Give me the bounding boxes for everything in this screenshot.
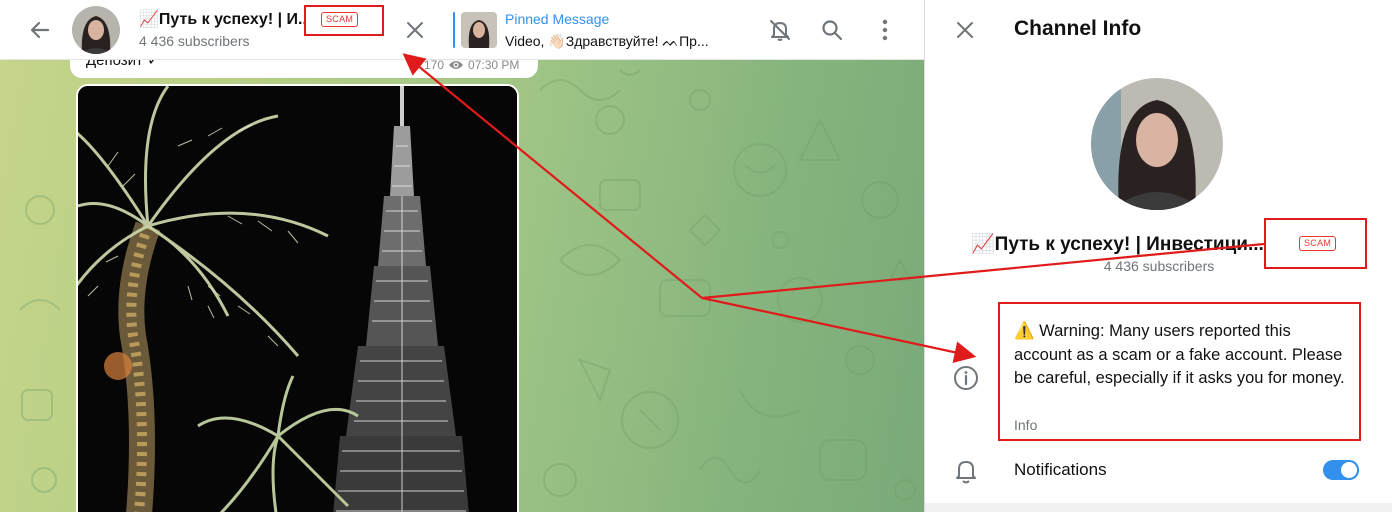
subscriber-count: 4 436 subscribers xyxy=(139,33,250,49)
pinned-message-label[interactable]: Pinned Message xyxy=(505,11,609,27)
more-vertical-icon xyxy=(882,19,888,41)
bell-off-icon xyxy=(770,20,790,41)
pinned-message-text[interactable]: Video, 👋🏻Здравствуйте! ᨓПр... xyxy=(505,33,727,50)
annotation-box-panel-scam xyxy=(1264,218,1367,269)
night-skyline-image xyxy=(78,86,517,512)
pinned-indicator xyxy=(453,12,455,48)
search-button[interactable] xyxy=(816,14,848,46)
close-pinned-button[interactable] xyxy=(400,14,430,46)
close-icon xyxy=(957,22,973,38)
eye-icon xyxy=(449,61,464,69)
message-photo[interactable] xyxy=(76,84,519,512)
channel-profile-photo[interactable] xyxy=(1091,78,1223,210)
pinned-thumbnail[interactable] xyxy=(461,12,497,48)
profile-photo-image xyxy=(1091,78,1223,210)
notifications-toggle[interactable] xyxy=(1323,460,1359,480)
close-panel-button[interactable] xyxy=(949,14,981,46)
channel-name: 📈Путь к успеху! | Инвестици... xyxy=(971,234,1264,255)
panel-title: Channel Info xyxy=(1014,17,1142,40)
annotation-box-warning xyxy=(998,302,1361,441)
pinned-thumbnail-image xyxy=(461,12,497,48)
message-meta: 170 07:30 PM xyxy=(424,58,519,72)
avatar-photo xyxy=(72,6,120,54)
views-count: 170 xyxy=(424,58,445,72)
info-icon xyxy=(954,366,978,390)
chat-header: 📈Путь к успеху! | И.. SCAM 4 436 subscri… xyxy=(0,0,924,60)
notifications-label[interactable]: Notifications xyxy=(1014,460,1107,480)
channel-avatar[interactable] xyxy=(72,6,120,54)
annotation-box-header-scam xyxy=(304,5,384,36)
message-time: 07:30 PM xyxy=(468,58,520,72)
back-button[interactable] xyxy=(24,14,56,46)
more-options-button[interactable] xyxy=(869,14,901,46)
bell-icon xyxy=(956,461,976,484)
chat-area: Депозит ✓ 170 07:30 PM 📈Путь к успеху! |… xyxy=(0,0,924,512)
close-icon xyxy=(407,22,423,38)
toggle-knob xyxy=(1341,462,1357,478)
search-icon xyxy=(822,20,843,41)
arrow-left-icon xyxy=(30,21,50,39)
mute-button[interactable] xyxy=(764,14,796,46)
section-divider xyxy=(925,503,1392,512)
channel-title[interactable]: 📈Путь к успеху! | И.. xyxy=(139,9,307,29)
